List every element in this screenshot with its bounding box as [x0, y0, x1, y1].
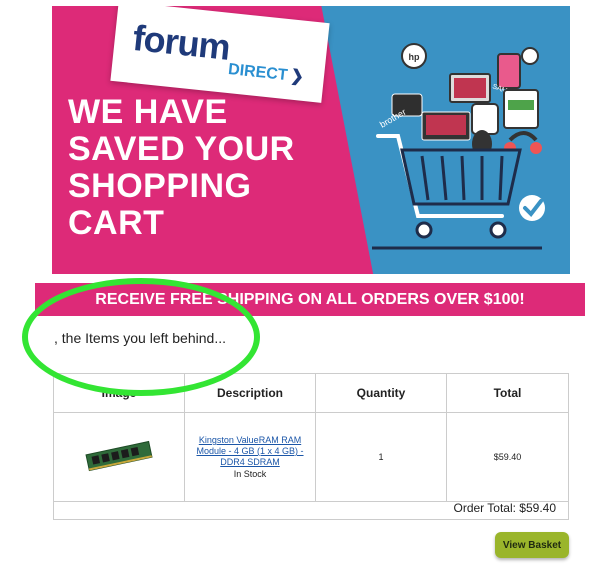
- view-basket-button[interactable]: View Basket: [495, 532, 569, 558]
- quantity-cell: 1: [315, 412, 447, 502]
- product-image-cell: [53, 412, 185, 502]
- svg-text:hp: hp: [409, 52, 420, 62]
- hero-banner: forum DIRECT❯ WE HAVE SAVED YOUR SHOPPIN…: [52, 6, 570, 274]
- header-quantity: Quantity: [315, 373, 447, 413]
- headline-line: SHOPPING: [68, 167, 252, 205]
- headline-line: CART: [68, 204, 165, 242]
- gadgets-icon: hp SAMSUNG brother: [378, 43, 542, 158]
- headline-line: SAVED YOUR: [68, 130, 295, 168]
- header-total: Total: [446, 373, 569, 413]
- shopping-cart-illustration: hp SAMSUNG brother: [372, 43, 545, 250]
- product-description-cell: Kingston ValueRAM RAM Module - 4 GB (1 x…: [184, 412, 316, 502]
- product-link[interactable]: Kingston ValueRAM RAM Module - 4 GB (1 x…: [186, 435, 314, 468]
- header-image: Image: [53, 373, 185, 413]
- header-description: Description: [184, 373, 316, 413]
- cart-icon: [372, 134, 542, 250]
- stock-status: In Stock: [233, 469, 267, 479]
- logo-sub-text: DIRECT❯: [227, 61, 305, 86]
- free-shipping-bar: RECEIVE FREE SHIPPING ON ALL ORDERS OVER…: [35, 283, 585, 316]
- item-total-cell: $59.40: [446, 412, 569, 502]
- ram-module-image[interactable]: [84, 436, 154, 476]
- logo-main-text: forum: [130, 16, 232, 68]
- cart-table: Image Description Quantity Total Kingsto…: [53, 373, 569, 502]
- banner-headline: WE HAVE SAVED YOUR SHOPPING CART: [68, 94, 328, 242]
- order-total: Order Total: $59.40: [53, 496, 569, 520]
- table-row: Kingston ValueRAM RAM Module - 4 GB (1 x…: [53, 412, 569, 502]
- items-left-behind-text: , the Items you left behind...: [54, 330, 226, 346]
- checkmark-icon: [519, 195, 545, 221]
- headline-line: WE HAVE: [68, 93, 228, 131]
- table-header-row: Image Description Quantity Total: [53, 373, 569, 413]
